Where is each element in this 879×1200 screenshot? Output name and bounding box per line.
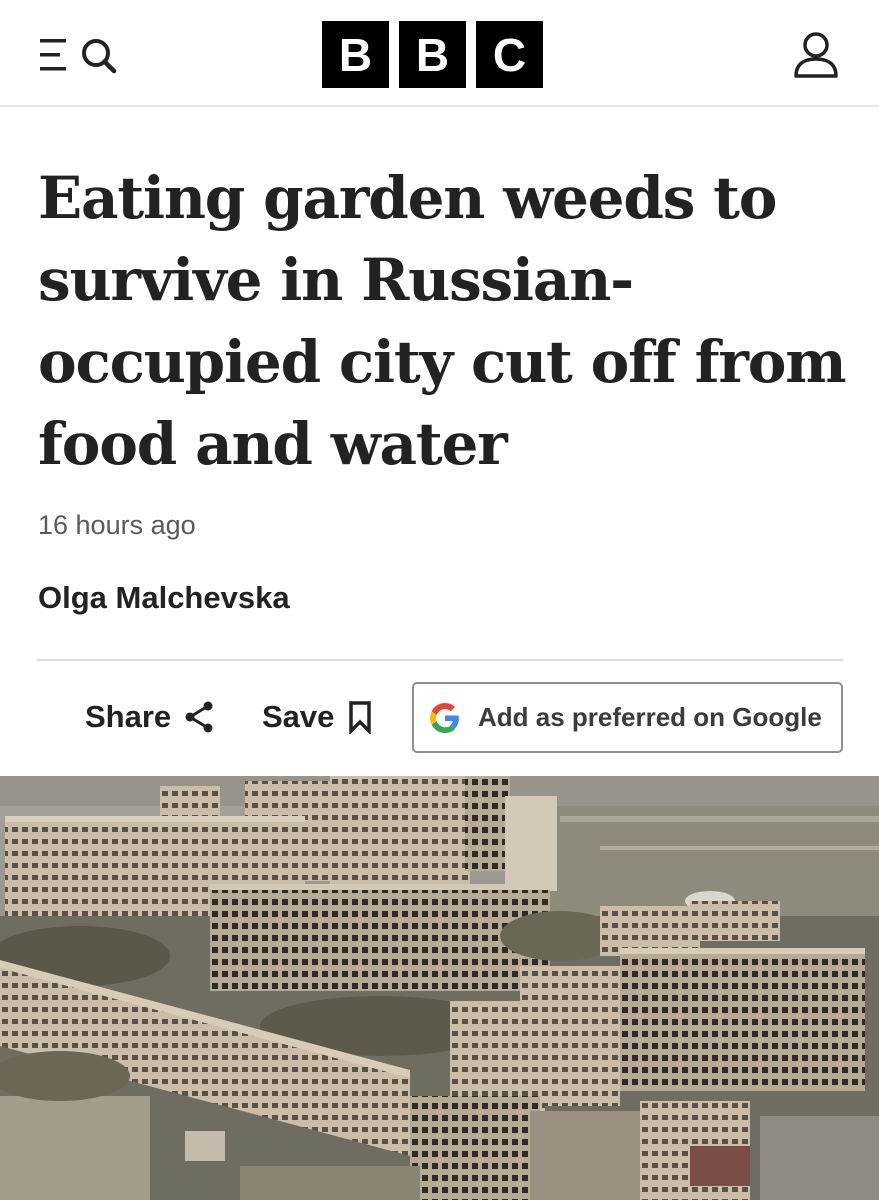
hero-image (0, 776, 879, 1200)
google-g-icon (430, 702, 459, 733)
menu-icon (40, 39, 66, 71)
article-author: Olga Malchevska (38, 580, 290, 615)
search-icon (82, 39, 117, 74)
add-preferred-google-button[interactable]: Add as preferred on Google (412, 682, 843, 753)
account-icon (794, 32, 838, 78)
divider (37, 659, 843, 661)
logo-letter: C (476, 21, 543, 88)
logo-letter: B (322, 21, 389, 88)
bbc-logo[interactable]: B B C (322, 21, 543, 88)
article-headline: Eating garden weeds to survive in Russia… (38, 164, 847, 478)
site-header: B B C (0, 0, 879, 107)
save-button[interactable]: Save (262, 682, 374, 752)
bookmark-icon (349, 701, 372, 734)
logo-letter: B (399, 21, 466, 88)
google-button-label: Add as preferred on Google (478, 702, 822, 732)
menu-search-button[interactable] (38, 34, 130, 76)
save-label: Save (262, 699, 335, 734)
article-timestamp: 16 hours ago (38, 510, 196, 540)
share-icon (185, 701, 213, 733)
share-label: Share (85, 699, 172, 734)
account-button[interactable] (790, 30, 842, 80)
article-actions: Share Save Add as preferred on Google (0, 682, 879, 754)
share-button[interactable]: Share (85, 682, 215, 752)
